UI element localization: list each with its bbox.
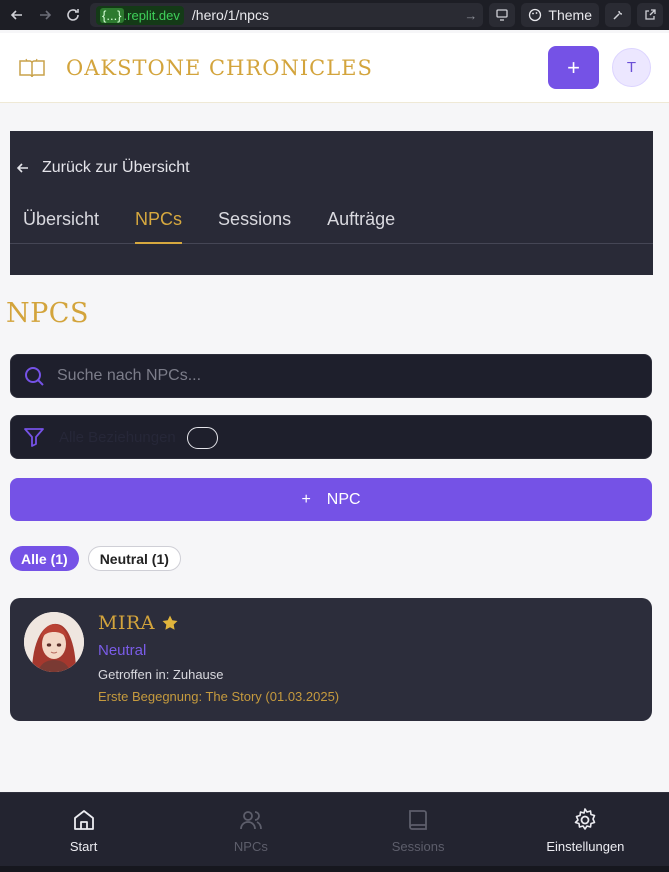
nav-settings[interactable]: Einstellungen [502, 793, 669, 872]
plus-icon: + [301, 490, 311, 508]
relation-filter-chips: Alle (1) Neutral (1) [10, 546, 181, 571]
search-input[interactable] [57, 367, 639, 385]
nav-sessions[interactable]: Sessions [335, 793, 502, 872]
nav-settings-label: Einstellungen [546, 839, 625, 854]
nav-sessions-label: Sessions [391, 839, 445, 854]
tab-sessions[interactable]: Sessions [218, 201, 291, 244]
gear-icon [575, 808, 596, 830]
tab-quests[interactable]: Aufträge [327, 201, 395, 244]
npc-card[interactable]: MIRA Neutral Getroffen in: Zuhause Erste… [10, 598, 652, 721]
search-field[interactable] [10, 354, 652, 398]
tab-overview[interactable]: Übersicht [23, 201, 99, 244]
bottom-edge-strip [0, 866, 669, 872]
nav-npcs[interactable]: NPCs [167, 793, 334, 872]
nav-start[interactable]: Start [0, 793, 167, 872]
back-to-overview-link[interactable]: Zurück zur Übersicht [16, 159, 190, 177]
arrow-left-icon [16, 163, 28, 173]
nav-start-label: Start [69, 839, 98, 854]
back-arrow-icon[interactable] [6, 4, 28, 26]
url-go-icon[interactable]: → [464, 8, 477, 23]
open-book-logo-icon [19, 58, 45, 77]
filter-selected-value: Alle Beziehungen [59, 428, 176, 446]
nav-npcs-label: NPCs [233, 839, 268, 854]
app-title: OAKSTONE CHRONICLES [66, 55, 373, 80]
palette-icon [529, 8, 542, 22]
filter-icon [24, 428, 44, 447]
npc-first-meeting: Erste Begegnung: The Story (01.03.2025) [98, 689, 340, 704]
search-icon [25, 367, 44, 386]
url-path: /hero/1/npcs [191, 7, 269, 23]
npc-portrait [24, 612, 84, 672]
toggle-pill-icon[interactable] [187, 427, 218, 449]
chip-all[interactable]: Alle (1) [10, 546, 79, 571]
add-button[interactable]: + [548, 46, 599, 89]
back-label: Zurück zur Übersicht [42, 159, 190, 176]
theme-button[interactable]: Theme [521, 3, 599, 27]
external-link-icon[interactable] [637, 3, 663, 27]
npc-name: MIRA [98, 612, 155, 634]
npc-relation: Neutral [98, 642, 147, 659]
wrench-icon[interactable] [605, 3, 631, 27]
tab-bar: Übersicht NPCs Sessions Aufträge [10, 201, 653, 244]
users-icon [239, 811, 262, 830]
add-npc-label: NPC [326, 490, 361, 508]
app-header: OAKSTONE CHRONICLES + T [0, 33, 669, 103]
tab-npcs[interactable]: NPCs [135, 201, 183, 244]
url-domain-text: .replit.dev [123, 7, 180, 23]
book-icon [409, 810, 428, 830]
npc-name-row: MIRA [98, 612, 179, 634]
devices-icon[interactable] [489, 3, 516, 27]
star-icon[interactable] [161, 614, 179, 632]
url-bar[interactable]: {...} .replit.dev /hero/1/npcs → [90, 3, 484, 27]
user-avatar[interactable]: T [612, 48, 651, 87]
bottom-navigation: Start NPCs Sessions Einstellungen [0, 792, 669, 872]
chip-neutral[interactable]: Neutral (1) [87, 546, 181, 571]
reload-icon[interactable] [62, 4, 84, 26]
npc-met-location: Getroffen in: Zuhause [98, 667, 224, 682]
hero-subnav-panel: Zurück zur Übersicht Übersicht NPCs Sess… [10, 131, 653, 275]
page-title: NPCS [6, 298, 89, 329]
browser-toolbar: {...} .replit.dev /hero/1/npcs → Theme [0, 0, 669, 30]
forward-arrow-icon[interactable] [34, 4, 56, 26]
add-npc-button[interactable]: + NPC [10, 478, 652, 521]
home-icon [73, 810, 94, 830]
theme-label: Theme [548, 7, 592, 23]
relationship-filter-select[interactable]: Alle Beziehungen [10, 415, 652, 459]
url-domain-badge: {...} [100, 7, 124, 23]
url-domain: {...} .replit.dev [96, 5, 184, 25]
